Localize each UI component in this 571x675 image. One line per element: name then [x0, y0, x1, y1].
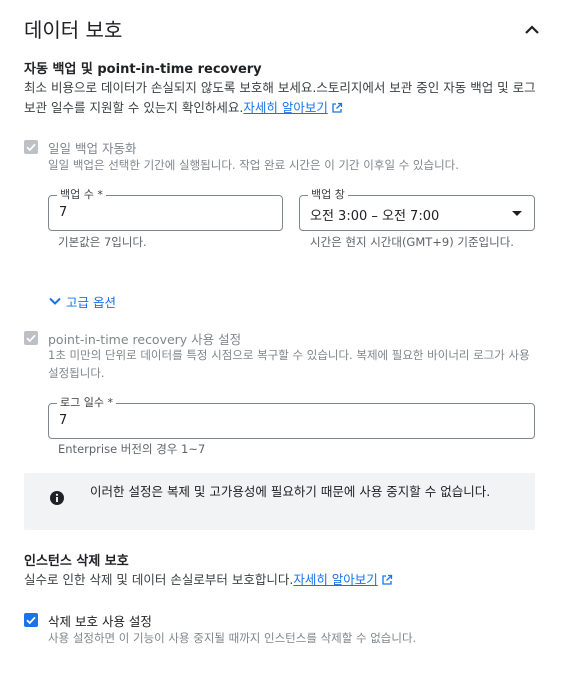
backup-window-label: 백업 창 — [308, 188, 348, 202]
external-link-icon — [331, 100, 343, 120]
backup-description: 최소 비용으로 데이터가 손실되지 않도록 보호해 보세요.스토리지에서 보관 … — [24, 78, 539, 120]
backup-count-label: 백업 수 * — [57, 188, 106, 202]
daily-backup-label: 일일 백업 자동화 — [48, 141, 137, 156]
log-days-field[interactable]: 로그 일수 * 7 — [48, 396, 535, 439]
deletion-protection-description: 사용 설정하면 이 기능이 사용 중지될 때까지 인스턴스를 삭제할 수 없습니… — [48, 631, 417, 645]
deletion-protection-checkbox[interactable] — [24, 613, 38, 627]
backup-count-value: 7 — [59, 205, 68, 220]
backup-title: 자동 백업 및 point-in-time recovery — [24, 62, 262, 77]
backup-count-hint: 기본값은 7입니다. — [58, 235, 147, 249]
deletion-learn-more-link[interactable]: 자세히 알아보기 — [293, 572, 377, 587]
daily-backup-checkbox[interactable] — [24, 140, 38, 154]
advanced-options-label: 고급 옵션 — [66, 295, 116, 310]
log-days-value: 7 — [59, 413, 68, 428]
deletion-description: 실수로 인한 삭제 및 데이터 손실로부터 보호합니다.자세히 알아보기 — [24, 570, 539, 592]
chevron-up-icon[interactable] — [523, 22, 541, 36]
log-days-hint: Enterprise 버전의 경우 1~7 — [58, 442, 206, 456]
deletion-title: 인스턴스 삭제 보호 — [24, 554, 129, 569]
section-title: 데이터 보호 — [24, 18, 123, 42]
daily-backup-description: 일일 백업은 선택한 기간에 실행됩니다. 작업 완료 시간은 이 기간 이후일… — [48, 158, 459, 172]
info-banner: 이러한 설정은 복제 및 고가용성에 필요하기 때문에 사용 중지할 수 없습니… — [24, 473, 535, 530]
section-header: 데이터 보호 — [24, 14, 547, 46]
dropdown-arrow-icon — [512, 211, 522, 216]
info-text: 이러한 설정은 복제 및 고가용성에 필요하기 때문에 사용 중지할 수 없습니… — [90, 484, 491, 499]
deletion-description-text: 실수로 인한 삭제 및 데이터 손실로부터 보호합니다. — [24, 572, 294, 587]
backup-window-value: 오전 3:00 – 오전 7:00 — [310, 209, 440, 224]
info-icon — [49, 490, 65, 506]
backup-learn-more-link[interactable]: 자세히 알아보기 — [243, 100, 327, 115]
external-link-icon — [381, 572, 393, 592]
backup-count-field[interactable]: 백업 수 * 7 — [48, 188, 283, 231]
pitr-description: 1초 미만의 단위로 데이터를 특정 시점으로 복구할 수 있습니다. 복제에 … — [48, 348, 530, 380]
backup-window-select[interactable]: 백업 창 오전 3:00 – 오전 7:00 — [299, 188, 535, 231]
advanced-options-button[interactable]: 고급 옵션 — [48, 292, 116, 311]
deletion-protection-label: 삭제 보호 사용 설정 — [48, 614, 152, 629]
pitr-checkbox[interactable] — [24, 331, 38, 345]
log-days-label: 로그 일수 * — [57, 396, 116, 410]
backup-window-hint: 시간은 현지 시간대(GMT+9) 기준입니다. — [310, 235, 514, 249]
chevron-down-icon — [48, 294, 62, 309]
